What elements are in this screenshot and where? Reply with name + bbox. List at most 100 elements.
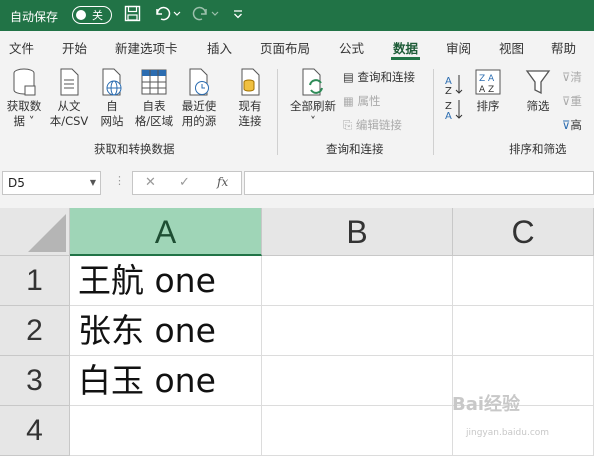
row-header-2[interactable]: 2 xyxy=(0,306,70,356)
edit-links-icon: ⎘ xyxy=(343,118,353,132)
tab-formulas[interactable]: 公式 xyxy=(339,38,364,57)
ribbon-separator xyxy=(277,69,278,155)
advanced-label: 高 xyxy=(570,118,582,132)
queries-group-label: 查询和连接 xyxy=(326,142,384,156)
reapply-label: 重 xyxy=(570,94,582,108)
filter-label: 筛选 xyxy=(526,99,550,113)
from-web-label-1: 自 xyxy=(106,99,118,113)
recent-sources-button[interactable]: 最近使 用的源 xyxy=(178,67,220,129)
cell-b3[interactable] xyxy=(262,356,453,406)
insert-function-icon[interactable]: fx xyxy=(217,175,228,189)
sort-label: 排序 xyxy=(476,99,500,113)
cell-a4[interactable] xyxy=(70,406,262,456)
cancel-icon[interactable]: ✕ xyxy=(145,175,156,190)
cell-b2[interactable] xyxy=(262,306,453,356)
svg-text:A: A xyxy=(445,111,452,119)
tab-page-layout[interactable]: 页面布局 xyxy=(260,38,310,57)
recent-sources-label-2: 用的源 xyxy=(181,114,217,128)
cell-c1[interactable] xyxy=(453,256,594,306)
web-globe-icon xyxy=(102,68,122,96)
row-header-4[interactable]: 4 xyxy=(0,406,70,456)
cell-b4[interactable] xyxy=(262,406,453,456)
column-header-a[interactable]: A xyxy=(70,208,262,256)
tab-help[interactable]: 帮助 xyxy=(551,38,576,57)
worksheet-grid: A B C 1 2 3 4 王航 one 张东 one 白玉 one xyxy=(0,208,594,457)
cell-b1[interactable] xyxy=(262,256,453,306)
tab-new-tab[interactable]: 新建选项卡 xyxy=(115,38,178,57)
name-box[interactable]: D5 ▼ xyxy=(2,171,101,195)
edit-links-button[interactable]: ⎘ 编辑链接 xyxy=(343,117,402,133)
queries-pane-icon: ▤ xyxy=(343,70,354,84)
row-header-3[interactable]: 3 xyxy=(0,356,70,406)
advanced-filter-button[interactable]: ⊽高 xyxy=(562,117,582,133)
from-web-button[interactable]: 自 网站 xyxy=(94,67,130,129)
cell-a3[interactable]: 白玉 one xyxy=(70,356,262,406)
customize-icon[interactable] xyxy=(232,5,244,26)
queries-connections-label: 查询和连接 xyxy=(357,70,416,84)
autosave-toggle[interactable]: 关 xyxy=(72,6,112,24)
properties-button[interactable]: ▦ 属性 xyxy=(343,93,381,109)
get-data-label-1: 获取数 xyxy=(6,99,42,113)
get-transform-group-label: 获取和转换数据 xyxy=(94,142,175,156)
reapply-button[interactable]: ⊽重 xyxy=(562,93,582,109)
from-web-label-2: 网站 xyxy=(100,114,124,128)
enter-icon[interactable]: ✓ xyxy=(179,175,190,190)
existing-connections-label-2: 连接 xyxy=(238,114,262,128)
connection-icon xyxy=(241,68,260,96)
autosave-state: 关 xyxy=(92,9,103,22)
from-text-label-2: 本/CSV xyxy=(49,114,89,128)
from-table-label-1: 自表 xyxy=(142,99,166,113)
queries-connections-button[interactable]: ▤ 查询和连接 xyxy=(343,69,415,85)
undo-icon[interactable] xyxy=(153,5,181,26)
toggle-knob xyxy=(76,10,86,20)
sort-az-icon: AZZA xyxy=(445,75,463,122)
from-table-range-button[interactable]: 自表 格/区域 xyxy=(133,67,175,129)
filter-button[interactable]: 筛选 xyxy=(522,67,554,114)
clear-label: 清 xyxy=(570,70,582,84)
from-table-label-2: 格/区域 xyxy=(134,114,174,128)
sort-filter-group-label: 排序和筛选 xyxy=(509,142,567,156)
tab-view[interactable]: 视图 xyxy=(499,38,524,57)
redo-icon[interactable] xyxy=(192,5,220,26)
select-all-triangle-icon xyxy=(28,214,66,252)
svg-text:A Z: A Z xyxy=(479,85,494,95)
save-icon[interactable] xyxy=(124,5,141,26)
refresh-icon xyxy=(302,68,323,96)
ribbon-separator xyxy=(433,69,434,155)
row-header-1[interactable]: 1 xyxy=(0,256,70,306)
tab-file[interactable]: 文件 xyxy=(9,38,34,57)
svg-text:Z A: Z A xyxy=(479,74,495,84)
tab-insert[interactable]: 插入 xyxy=(207,38,232,57)
title-bar: 自动保存 关 xyxy=(0,0,594,31)
text-file-icon xyxy=(60,68,79,96)
from-text-csv-button[interactable]: 从文 本/CSV xyxy=(48,67,90,129)
tab-review[interactable]: 审阅 xyxy=(446,38,471,57)
recent-sources-label-1: 最近使 xyxy=(181,99,217,113)
refresh-all-button[interactable]: 全部刷新 ˅ xyxy=(285,67,341,129)
formula-bar-grip-icon: ⋮ xyxy=(114,174,125,187)
column-header-c[interactable]: C xyxy=(453,208,594,256)
properties-icon: ▦ xyxy=(343,94,354,108)
column-header-b[interactable]: B xyxy=(262,208,453,256)
tab-home[interactable]: 开始 xyxy=(62,38,87,57)
table-icon xyxy=(141,69,167,95)
refresh-all-dropdown: ˅ xyxy=(310,114,316,128)
cell-a2[interactable]: 张东 one xyxy=(70,306,262,356)
from-text-label-1: 从文 xyxy=(57,99,81,113)
formula-input[interactable] xyxy=(244,171,594,195)
select-all-corner[interactable] xyxy=(0,208,70,256)
get-data-button[interactable]: 获取数 据 ˅ xyxy=(3,67,45,129)
name-box-value: D5 xyxy=(8,176,25,190)
cell-c2[interactable] xyxy=(453,306,594,356)
recent-file-icon xyxy=(189,68,209,96)
existing-connections-button[interactable]: 现有 连接 xyxy=(232,67,268,129)
name-box-dropdown-icon[interactable]: ▼ xyxy=(90,178,96,187)
sort-asc-desc-buttons[interactable]: AZZA xyxy=(444,71,466,125)
sort-button[interactable]: Z AA Z 排序 xyxy=(472,67,504,114)
existing-connections-label-1: 现有 xyxy=(238,99,262,113)
tab-data[interactable]: 数据 xyxy=(390,38,421,60)
database-icon xyxy=(13,68,36,96)
clear-filter-button[interactable]: ⊽清 xyxy=(562,69,582,85)
cell-a1[interactable]: 王航 one xyxy=(70,256,262,306)
get-data-label-2: 据 ˅ xyxy=(13,114,35,128)
